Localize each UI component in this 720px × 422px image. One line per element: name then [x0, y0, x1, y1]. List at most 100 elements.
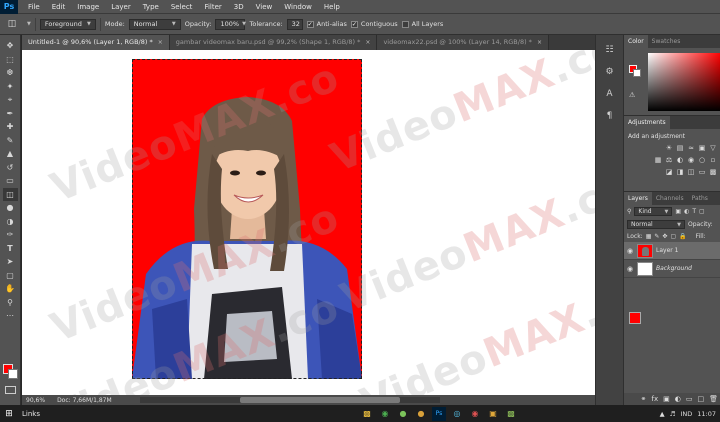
menu-3d[interactable]: 3D	[228, 0, 250, 14]
warning-icon[interactable]: ⚠	[629, 91, 637, 99]
fill-source-select[interactable]: Foreground ▼	[39, 18, 96, 30]
history-icon[interactable]: ☷	[603, 43, 617, 57]
volume-icon[interactable]: ♬	[670, 410, 676, 418]
tab-adjustments[interactable]: Adjustments	[624, 116, 670, 129]
zoom-level[interactable]: 90,6%	[26, 397, 45, 404]
path-selection-tool-icon[interactable]: ➤	[3, 255, 18, 269]
tab-channels[interactable]: Channels	[652, 192, 688, 205]
eye-icon[interactable]: ◉	[626, 247, 634, 255]
background-color-swatch[interactable]	[8, 369, 18, 379]
menu-edit[interactable]: Edit	[46, 0, 72, 14]
tab-layers[interactable]: Layers	[624, 192, 652, 205]
tab-paths[interactable]: Paths	[688, 192, 712, 205]
antialias-checkbox[interactable]: ✓	[306, 20, 314, 28]
gradient-map-icon[interactable]: ▭	[698, 168, 706, 176]
magic-wand-tool-icon[interactable]: ✦	[3, 80, 18, 94]
shape-tool-icon[interactable]: ▢	[3, 269, 18, 283]
new-layer-icon[interactable]: □	[697, 395, 704, 403]
antialias-option[interactable]: ✓ Anti-alias	[306, 20, 347, 28]
tab-gambar-videomax-baru[interactable]: gambar videomax baru.psd @ 99,2% (Shape …	[169, 35, 378, 50]
menu-layer[interactable]: Layer	[105, 0, 137, 14]
menu-type[interactable]: Type	[137, 0, 165, 14]
link-layers-icon[interactable]: ⚭	[641, 395, 647, 403]
close-icon[interactable]: ×	[537, 35, 542, 50]
all-layers-option[interactable]: All Layers	[401, 20, 443, 28]
tab-videomax22[interactable]: videomax22.psd @ 100% (Layer 14, RGB/8) …	[377, 35, 549, 50]
close-icon[interactable]: ×	[365, 35, 370, 50]
filter-type-icon[interactable]: T	[692, 208, 696, 215]
contiguous-checkbox[interactable]: ✓	[350, 20, 358, 28]
black-white-icon[interactable]: ◐	[676, 156, 684, 164]
screen-mode-icon[interactable]	[5, 386, 16, 394]
vibrance-icon[interactable]: ▽	[709, 144, 717, 152]
menu-image[interactable]: Image	[71, 0, 105, 14]
app-icon[interactable]: ◉	[468, 407, 482, 421]
brush-tool-icon[interactable]: ✎	[3, 134, 18, 148]
app-icon[interactable]: ▩	[504, 407, 518, 421]
layer-row-background[interactable]: ◉ Background	[624, 260, 720, 278]
filter-pixel-icon[interactable]: ▣	[675, 208, 681, 215]
opacity-field[interactable]: 100% ▼	[215, 18, 246, 30]
zoom-tool-icon[interactable]: ⚲	[3, 296, 18, 310]
close-icon[interactable]: ×	[158, 35, 163, 50]
tolerance-field[interactable]: 32	[286, 18, 303, 30]
threshold-icon[interactable]: ◫	[687, 168, 695, 176]
brightness-icon[interactable]: ☀	[665, 144, 673, 152]
lock-transparent-icon[interactable]: ▦	[646, 233, 652, 240]
levels-icon[interactable]: ▤	[676, 144, 684, 152]
app-icon[interactable]: ●	[396, 407, 410, 421]
color-lookup-icon[interactable]: ▫	[709, 156, 717, 164]
filter-adjust-icon[interactable]: ◐	[684, 208, 689, 215]
photo-filter-icon[interactable]: ◉	[687, 156, 695, 164]
fx-icon[interactable]: fx	[652, 395, 659, 403]
menu-view[interactable]: View	[250, 0, 279, 14]
clone-stamp-tool-icon[interactable]: ▲	[3, 147, 18, 161]
links-toolbar[interactable]: Links	[22, 410, 40, 418]
posterize-icon[interactable]: ◨	[676, 168, 684, 176]
all-layers-checkbox[interactable]	[401, 20, 409, 28]
hand-tool-icon[interactable]: ✋	[3, 282, 18, 296]
tab-swatches[interactable]: Swatches	[648, 35, 685, 48]
photoshop-taskbar-icon[interactable]: Ps	[432, 406, 446, 421]
properties-icon[interactable]: ⚙	[603, 65, 617, 79]
tab-color[interactable]: Color	[624, 35, 648, 48]
filter-shape-icon[interactable]: ▢	[699, 208, 705, 215]
selective-color-icon[interactable]: ▩	[709, 168, 717, 176]
menu-filter[interactable]: Filter	[198, 0, 227, 14]
eye-icon[interactable]: ◉	[626, 265, 634, 273]
crop-tool-icon[interactable]: ⌖	[3, 93, 18, 107]
group-icon[interactable]: ▭	[686, 395, 693, 403]
app-icon[interactable]: ◎	[450, 407, 464, 421]
layer-row-layer-1[interactable]: ◉ Layer 1	[624, 242, 720, 260]
type-tool-icon[interactable]: T	[3, 242, 18, 256]
lock-all-icon[interactable]: 🔒	[679, 233, 686, 240]
marquee-tool-icon[interactable]: ⬚	[3, 53, 18, 67]
channel-mixer-icon[interactable]: ○	[698, 156, 706, 164]
eraser-tool-icon[interactable]: ▭	[3, 174, 18, 188]
hue-saturation-icon[interactable]: ▦	[654, 156, 662, 164]
trash-icon[interactable]: 🗑	[709, 395, 718, 403]
tool-preset-chevron-icon[interactable]: ▼	[27, 21, 31, 27]
lock-image-icon[interactable]: ✎	[654, 233, 659, 240]
kind-filter-select[interactable]: Kind ▼	[634, 207, 673, 216]
tab-untitled-1[interactable]: Untitled-1 @ 90,6% (Layer 1, RGB/8) * ×	[22, 35, 170, 50]
blend-mode-select[interactable]: Normal ▼	[627, 220, 685, 229]
invert-icon[interactable]: ◪	[665, 168, 673, 176]
contiguous-option[interactable]: ✓ Contiguous	[350, 20, 398, 28]
blur-tool-icon[interactable]: ●	[3, 201, 18, 215]
color-picker-field[interactable]	[648, 53, 720, 111]
healing-brush-tool-icon[interactable]: ✚	[3, 120, 18, 134]
chrome-icon[interactable]: ◉	[378, 407, 392, 421]
paragraph-icon[interactable]: ¶	[603, 109, 617, 123]
app-icon[interactable]: ▣	[486, 407, 500, 421]
menu-file[interactable]: File	[22, 0, 46, 14]
scrollbar-thumb[interactable]	[240, 397, 400, 403]
color-panel-background-swatch[interactable]	[633, 69, 641, 77]
mode-select[interactable]: Normal ▼	[128, 18, 181, 30]
paint-bucket-tool-icon[interactable]: ◫	[2, 187, 18, 201]
history-brush-tool-icon[interactable]: ↺	[3, 161, 18, 175]
menu-help[interactable]: Help	[318, 0, 346, 14]
eyedropper-tool-icon[interactable]: ✒	[3, 107, 18, 121]
more-tools-icon[interactable]: ⋯	[3, 309, 18, 323]
windows-start-icon[interactable]: ⊞	[0, 405, 18, 422]
